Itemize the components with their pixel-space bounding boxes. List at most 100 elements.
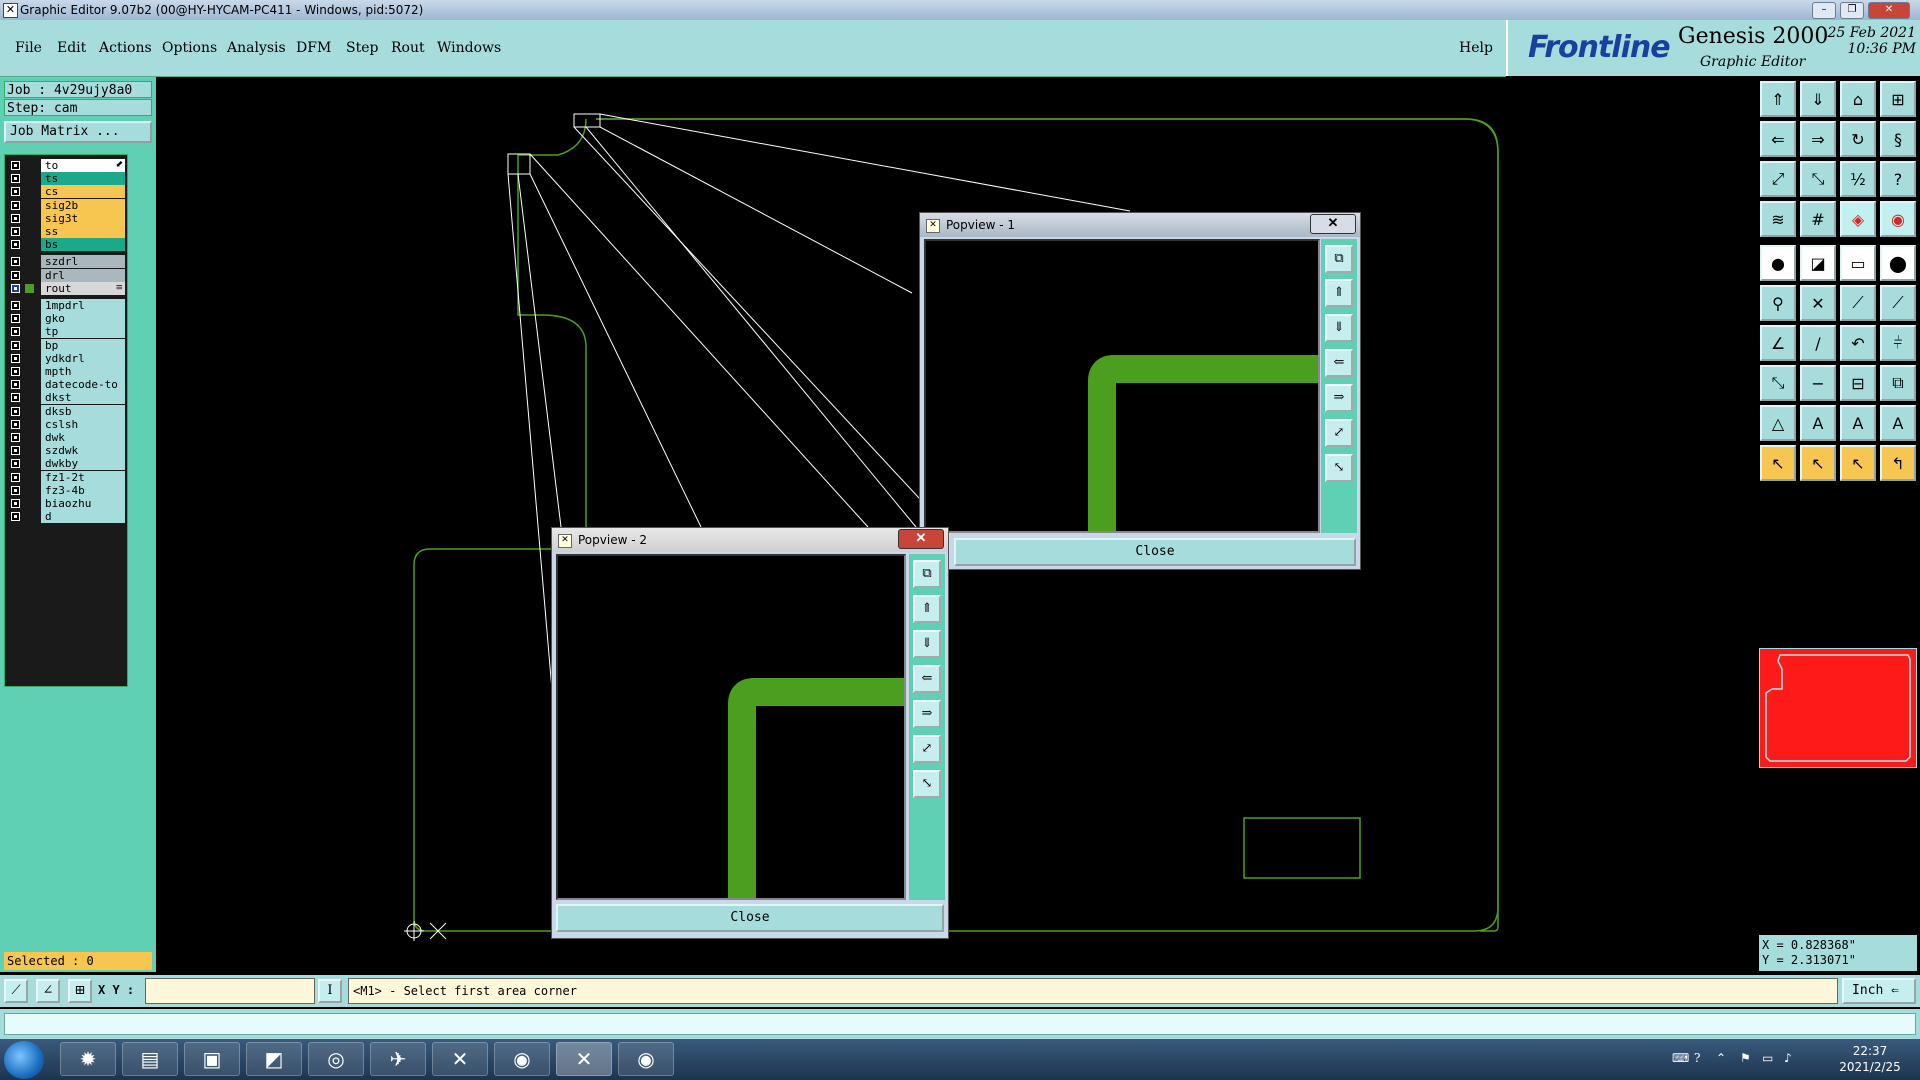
layer-checkbox[interactable] [11, 327, 20, 337]
layer-checkbox[interactable] [11, 301, 20, 310]
layer-name[interactable]: dwk [41, 431, 125, 444]
save-app-icon[interactable]: ▣ [184, 1042, 240, 1076]
pan-right-icon[interactable]: ⇒ [913, 700, 941, 728]
layer-checkbox[interactable] [11, 240, 20, 250]
menu-windows[interactable]: Windows [437, 40, 501, 56]
layer-name[interactable]: drl [41, 268, 125, 282]
graphic-editor-app-icon[interactable]: ✕ [556, 1042, 612, 1076]
layer-row[interactable]: cslsh [5, 417, 127, 432]
layer-checkbox[interactable] [11, 283, 20, 293]
popview-2-view[interactable] [556, 554, 906, 900]
layer-row[interactable]: dwk [5, 431, 127, 445]
red-app-icon[interactable]: ◎ [308, 1042, 364, 1076]
pan-down-icon[interactable]: ⇓ [1800, 81, 1836, 117]
pan-down-icon[interactable]: ⇓ [1325, 314, 1353, 342]
layer-row[interactable]: ydkdrl [5, 351, 127, 366]
xy-input[interactable] [145, 978, 315, 1004]
zoom-home-icon[interactable]: ⧉ [1325, 245, 1353, 273]
layer-checkbox[interactable] [11, 340, 20, 350]
menu-rout[interactable]: Rout [391, 40, 425, 56]
route-icon[interactable]: ↰ [1880, 445, 1916, 481]
grid-mode-icon[interactable]: ⊞ [68, 979, 92, 1003]
snap-mode-icon[interactable]: ⟋ [4, 979, 28, 1003]
genesis2-app-icon[interactable]: ◉ [618, 1042, 674, 1076]
move-icon[interactable]: ⤡ [1760, 365, 1796, 401]
pan-up-icon[interactable]: ⇑ [1325, 279, 1353, 307]
genesis-app-icon[interactable]: ◉ [494, 1042, 550, 1076]
job-matrix-button[interactable]: Job Matrix ... [4, 121, 152, 143]
menu-dfm[interactable]: DFM [296, 40, 331, 56]
pad-icon[interactable]: ● [1760, 245, 1796, 281]
layer-name[interactable]: datecode-to [41, 378, 125, 392]
layer-name[interactable]: fz3-4b [41, 483, 125, 497]
layer-row[interactable]: d [5, 510, 127, 524]
layer-row[interactable]: bp [5, 338, 127, 353]
layer-name[interactable]: dksb [41, 404, 125, 418]
layer-row[interactable]: sig3t [5, 211, 127, 226]
mirror-icon[interactable]: ⫩ [1880, 325, 1916, 361]
layer-checkbox[interactable] [11, 213, 20, 223]
layer-checkbox[interactable] [11, 314, 20, 324]
tray-volume-icon[interactable]: ♪ [1784, 1051, 1792, 1065]
shell-app-icon[interactable]: ✹ [60, 1042, 116, 1076]
layer-checkbox[interactable] [11, 406, 20, 416]
pan-right-icon[interactable]: ⇒ [1800, 121, 1836, 157]
surface-icon[interactable]: ◪ [1800, 245, 1836, 281]
layer-name[interactable]: sig2b [41, 198, 125, 212]
tray-keyboard-icon[interactable]: ⌨ [1672, 1051, 1689, 1065]
measure-icon[interactable]: ◉ [1880, 201, 1916, 237]
layer-row[interactable]: fz1-2t [5, 470, 127, 485]
layer-name[interactable]: szdwk [41, 444, 125, 458]
help-icon[interactable]: ? [1880, 161, 1916, 197]
menu-options[interactable]: Options [162, 40, 217, 56]
layer-checkbox[interactable] [11, 512, 20, 522]
menu-actions[interactable]: Actions [99, 40, 152, 56]
pan-right-icon[interactable]: ⇒ [1325, 384, 1353, 412]
menu-step[interactable]: Step [346, 40, 378, 56]
home-icon[interactable]: ⌂ [1840, 81, 1876, 117]
layer-row[interactable]: dwkby [5, 457, 127, 471]
layer-name[interactable]: fz1-2t [41, 470, 125, 484]
scroll-icon[interactable]: § [1880, 121, 1916, 157]
layer-checkbox[interactable] [11, 161, 20, 170]
layer-row[interactable]: fz3-4b [5, 483, 127, 498]
circle-icon[interactable]: ⬤ [1880, 245, 1916, 281]
tray-help-icon[interactable]: ? [1694, 1051, 1700, 1065]
tray-network-icon[interactable]: ▭ [1762, 1051, 1773, 1065]
layer-checkbox[interactable] [11, 187, 20, 197]
tray-flag-icon[interactable]: ⚑ [1740, 1051, 1751, 1065]
layer-checkbox[interactable] [11, 459, 20, 469]
select-box-icon[interactable]: ↖ [1800, 445, 1836, 481]
layer-row[interactable]: gko [5, 312, 127, 326]
layer-row[interactable]: tp [5, 325, 127, 339]
pan-up-icon[interactable]: ⇑ [1760, 81, 1796, 117]
minimize-button[interactable]: – [1812, 2, 1836, 19]
menu-file[interactable]: File [15, 40, 42, 56]
layer-name[interactable]: cs [41, 185, 125, 199]
messenger-app-icon[interactable]: ✈ [370, 1042, 426, 1076]
layer-checkbox[interactable] [11, 270, 20, 280]
layer-name[interactable]: d [41, 510, 125, 524]
layer-checkbox[interactable] [11, 419, 20, 429]
select-net-icon[interactable]: ↖ [1840, 445, 1876, 481]
triangle-icon[interactable]: △ [1760, 405, 1796, 441]
overview-map[interactable] [1759, 648, 1917, 768]
node-icon[interactable]: ⟋ [1840, 285, 1876, 321]
cursor-mode-icon[interactable]: I [318, 979, 342, 1003]
pan-up-icon[interactable]: ⇑ [913, 595, 941, 623]
snap-icon[interactable]: ≋ [1760, 201, 1796, 237]
layer-name[interactable]: bp [41, 338, 125, 352]
layer-checkbox[interactable] [11, 499, 20, 508]
line-icon[interactable]: / [1800, 325, 1836, 361]
angle-mode-icon[interactable]: ∠ [36, 979, 60, 1003]
minus-icon[interactable]: − [1800, 365, 1836, 401]
layout-icon[interactable]: ⊞ [1880, 81, 1916, 117]
layer-name[interactable]: mpth [41, 365, 125, 378]
pan-left-icon[interactable]: ⇐ [1760, 121, 1796, 157]
popview-1-window[interactable]: Popview - 1 ✕ ✕ ⧉ ⇑ ⇓ ⇐ ⇒ ⤢ ⤡ Close [919, 212, 1361, 570]
layer-name[interactable]: szdrl [41, 255, 125, 269]
close-button[interactable]: ✕ [1868, 2, 1910, 19]
layer-row[interactable]: to ⬋ [5, 159, 127, 173]
restore-button[interactable]: ❐ [1840, 2, 1864, 19]
layer-name[interactable]: sig3t [41, 211, 125, 225]
